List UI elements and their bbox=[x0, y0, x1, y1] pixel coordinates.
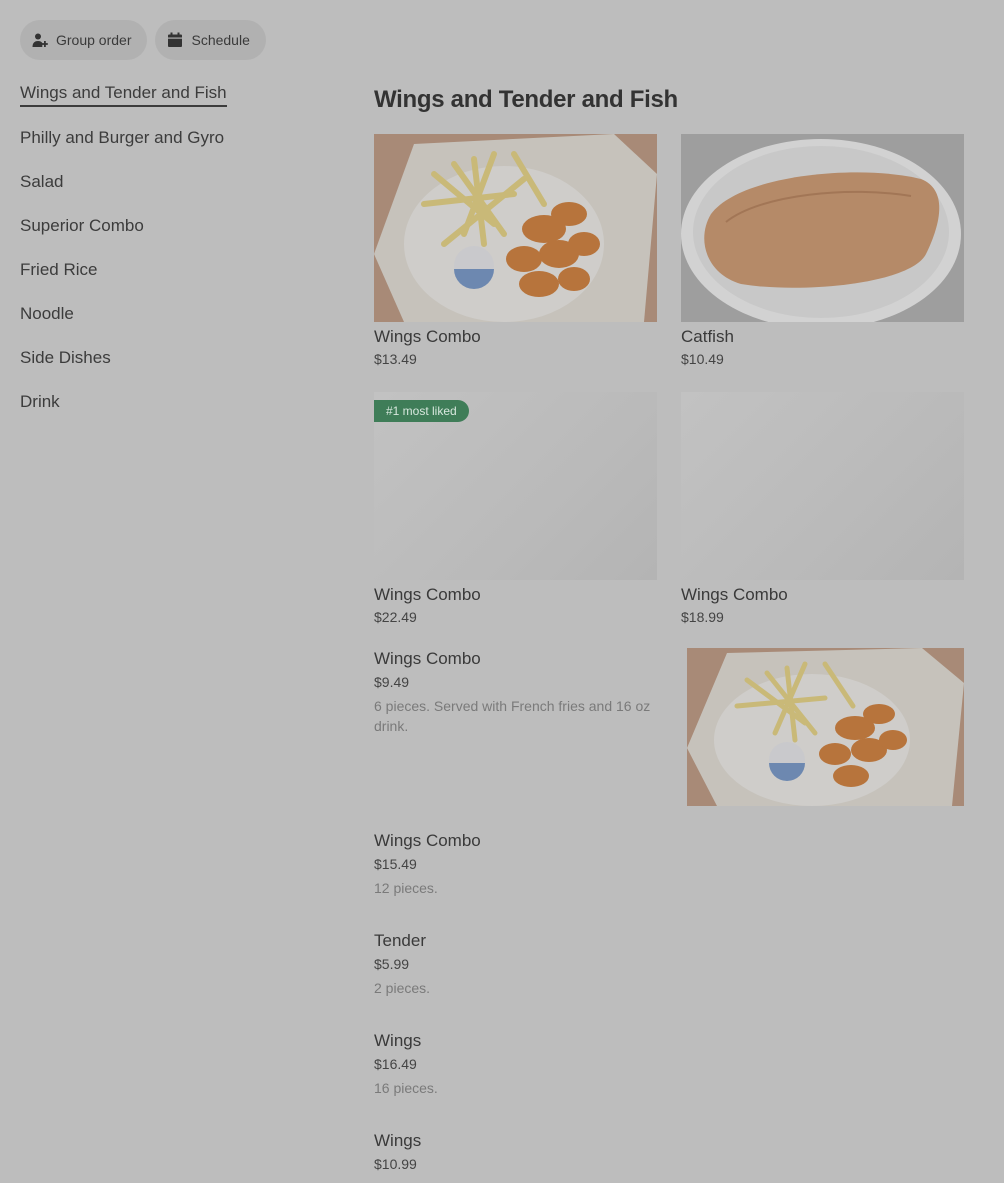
item-name: Wings bbox=[374, 1031, 422, 1050]
most-liked-badge: #1 most liked bbox=[374, 400, 469, 422]
menu-card[interactable]: Wings Combo $18.99 bbox=[681, 392, 964, 626]
item-price: $18.99 bbox=[681, 609, 724, 625]
add-person-icon bbox=[32, 33, 48, 47]
item-description: 2 pieces. bbox=[374, 980, 431, 996]
sidebar-item-wings-tender-fish[interactable]: Wings and Tender and Fish bbox=[20, 82, 227, 107]
item-photo-placeholder bbox=[681, 392, 964, 580]
menu-card[interactable]: Wings Combo $13.49 bbox=[374, 134, 657, 368]
item-description: 16 pieces. bbox=[374, 1080, 438, 1096]
schedule-label: Schedule bbox=[191, 32, 250, 48]
item-name: Catfish bbox=[681, 327, 734, 346]
sidebar-item-drink[interactable]: Drink bbox=[20, 391, 320, 413]
item-description: 12 pieces. bbox=[374, 880, 438, 896]
group-order-label: Group order bbox=[56, 32, 132, 48]
sidebar-item-superior-combo[interactable]: Superior Combo bbox=[20, 215, 320, 237]
wings-combo-photo bbox=[374, 134, 657, 322]
menu-card[interactable]: Catfish $10.49 bbox=[681, 134, 964, 368]
item-name: Wings bbox=[374, 1131, 422, 1150]
sidebar-item-philly-burger-gyro[interactable]: Philly and Burger and Gyro bbox=[20, 127, 320, 149]
list-item[interactable]: Wings $10.99 bbox=[374, 1130, 964, 1183]
item-price: $10.49 bbox=[681, 351, 724, 367]
list-item[interactable]: Tender $5.99 2 pieces. bbox=[374, 930, 964, 1030]
wings-combo-photo bbox=[687, 648, 964, 806]
item-price: $15.49 bbox=[374, 856, 417, 872]
catfish-photo bbox=[681, 134, 964, 322]
item-name: Wings Combo bbox=[374, 327, 481, 346]
item-price: $5.99 bbox=[374, 956, 410, 972]
calendar-icon bbox=[168, 32, 183, 47]
section-title: Wings and Tender and Fish bbox=[374, 86, 678, 113]
item-name: Wings Combo bbox=[374, 585, 481, 604]
item-description: 6 pieces. Served with French fries and 1… bbox=[374, 698, 651, 734]
item-photo-placeholder: #1 most liked bbox=[374, 392, 657, 580]
item-price: $13.49 bbox=[374, 351, 417, 367]
item-name: Tender bbox=[374, 931, 426, 950]
sidebar-item-side-dishes[interactable]: Side Dishes bbox=[20, 347, 320, 369]
item-name: Wings Combo bbox=[681, 585, 788, 604]
top-action-bar: Group order Schedule bbox=[20, 20, 266, 60]
group-order-button[interactable]: Group order bbox=[20, 20, 148, 60]
item-price: $16.49 bbox=[374, 1056, 417, 1072]
category-sidebar: Wings and Tender and Fish Philly and Bur… bbox=[20, 82, 320, 435]
list-item[interactable]: Wings Combo $9.49 6 pieces. Served with … bbox=[374, 648, 964, 830]
list-item[interactable]: Wings Combo $15.49 12 pieces. bbox=[374, 830, 964, 930]
item-price: $22.49 bbox=[374, 609, 417, 625]
sidebar-item-fried-rice[interactable]: Fried Rice bbox=[20, 259, 320, 281]
menu-section: Wings and Tender and Fish Wings Combo $1… bbox=[374, 84, 964, 1183]
schedule-button[interactable]: Schedule bbox=[155, 20, 266, 60]
menu-card[interactable]: #1 most liked Wings Combo $22.49 bbox=[374, 392, 657, 626]
featured-items-grid: Wings Combo $13.49 Catfish $10.49 #1 mos… bbox=[374, 134, 964, 626]
item-name: Wings Combo bbox=[374, 831, 481, 850]
list-item[interactable]: Wings $16.49 16 pieces. bbox=[374, 1030, 964, 1130]
sidebar-item-noodle[interactable]: Noodle bbox=[20, 303, 320, 325]
sidebar-item-salad[interactable]: Salad bbox=[20, 171, 320, 193]
item-price: $10.99 bbox=[374, 1156, 417, 1172]
menu-list: Wings Combo $9.49 6 pieces. Served with … bbox=[374, 648, 964, 1183]
